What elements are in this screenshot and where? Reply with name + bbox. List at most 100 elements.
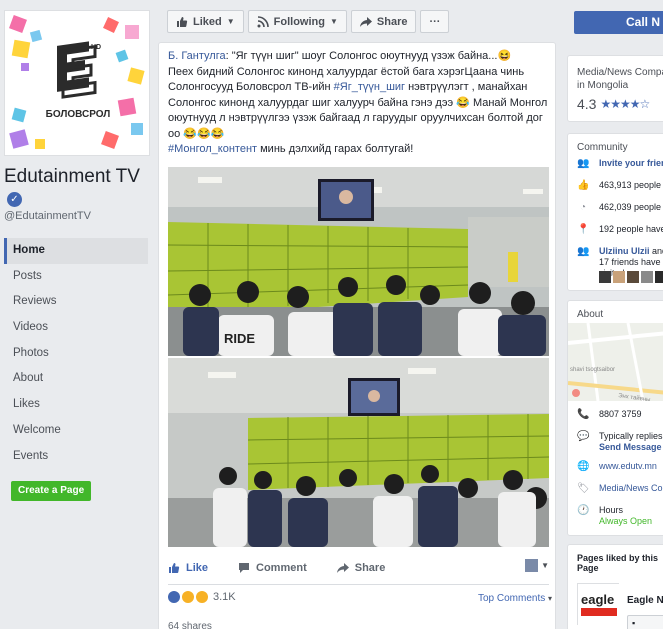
- category-row[interactable]: 🏷 Media/News Company: [577, 483, 663, 495]
- share-label: Share: [354, 562, 386, 574]
- post-photo-1[interactable]: RIDE: [168, 167, 549, 356]
- rating-summary[interactable]: 4.3 ★★★★☆: [577, 96, 650, 112]
- liked-label: Liked: [193, 15, 222, 28]
- divider: [168, 584, 549, 585]
- friend-name-link[interactable]: Ulziinu Ulzii: [599, 246, 650, 256]
- category-link[interactable]: Media/News Company: [599, 483, 663, 494]
- tag-icon: 🏷: [577, 483, 590, 494]
- nav-item-reviews[interactable]: Reviews: [4, 289, 148, 315]
- website-row[interactable]: 🌐 www.edutv.mn: [577, 461, 657, 473]
- classroom-photo: [168, 358, 549, 547]
- phone-number: 8807 3759: [599, 409, 642, 419]
- avatar: [525, 559, 539, 572]
- phone-row[interactable]: 📞 8807 3759: [577, 409, 642, 421]
- classroom-photo: RIDE: [168, 167, 549, 356]
- nav-item-home[interactable]: Home: [4, 238, 148, 264]
- like-label: Like: [186, 562, 209, 574]
- post-photo-2[interactable]: [168, 358, 549, 547]
- about-card: About shavi tsogtsaibor Энх тайвны 📞 8807…: [567, 300, 663, 536]
- eagle-news-logo[interactable]: eagle: [577, 583, 620, 626]
- nav-item-posts[interactable]: Posts: [4, 264, 148, 290]
- nav-item-events[interactable]: Events: [4, 444, 148, 470]
- website-link[interactable]: www.edutv.mn: [599, 461, 657, 472]
- map-image: shavi tsogtsaibor Энх тайвны: [568, 323, 663, 401]
- like-reaction-icon: [168, 591, 180, 603]
- like-page-button[interactable]: ▪: [627, 615, 663, 629]
- likes-count-text: 463,913 people like this: [599, 180, 663, 190]
- avatar[interactable]: [641, 271, 653, 283]
- category-card: Media/News Company in Mongolia 4.3 ★★★★☆: [567, 55, 663, 122]
- top-comments-dropdown[interactable]: Top Comments ▾: [478, 593, 552, 604]
- caret-down-icon: ▼: [226, 17, 235, 26]
- liked-page-name[interactable]: Eagle News: [627, 595, 663, 606]
- avatar[interactable]: [655, 271, 663, 283]
- wow-reaction-icon: [196, 591, 208, 603]
- page-name-text: Edutainment TV: [4, 166, 140, 187]
- post-as-selector[interactable]: ▼: [525, 559, 549, 572]
- thumbs-up-icon: [177, 16, 188, 27]
- community-title: Community: [577, 142, 628, 153]
- invite-friends-row[interactable]: 👥 Invite your friends: [577, 158, 663, 170]
- share-post-button[interactable]: Share: [336, 562, 386, 574]
- checkins-text: 192 people have been here: [599, 224, 663, 234]
- logo-text: БОЛОВСРОЛ: [46, 109, 111, 120]
- people-icon: 👥: [577, 246, 590, 257]
- liked-button[interactable]: Liked ▼: [167, 10, 244, 33]
- profile-logo-image: HD БОЛОВСРОЛ: [5, 11, 149, 155]
- nav-item-likes[interactable]: Likes: [4, 392, 148, 418]
- share-page-button[interactable]: Share: [350, 10, 417, 33]
- thumbs-up-icon: 👍: [577, 180, 590, 191]
- hours-label: Hours: [599, 505, 624, 515]
- clock-icon: 🕐: [577, 505, 590, 516]
- post-body-c: минь дэлхийд гарах болтугай!: [257, 143, 414, 155]
- nav-item-welcome[interactable]: Welcome: [4, 418, 148, 444]
- page-action-bar: Liked ▼ Following ▼ Share ···: [167, 10, 450, 33]
- avatar[interactable]: [599, 271, 611, 283]
- avatar[interactable]: [627, 271, 639, 283]
- nav-item-photos[interactable]: Photos: [4, 341, 148, 367]
- avatar[interactable]: [613, 271, 625, 283]
- more-options-button[interactable]: ···: [420, 10, 450, 33]
- eagle-news-logo-image: eagle: [578, 584, 620, 626]
- verified-badge-icon: ✓: [7, 192, 22, 207]
- call-now-button[interactable]: Call N: [574, 11, 663, 34]
- hashtag-link[interactable]: #Монгол_контент: [168, 143, 257, 155]
- thumbs-up-icon: [169, 563, 180, 573]
- post-author-link[interactable]: Б. Гантулга: [168, 50, 226, 62]
- reaction-summary[interactable]: 3.1K: [168, 591, 236, 603]
- page-handle[interactable]: @EdutainmentTV: [4, 210, 91, 222]
- map-street-label: shavi tsogtsaibor: [570, 367, 615, 373]
- message-row: 💬 Typically replies withinSend Message: [577, 431, 663, 453]
- create-page-button[interactable]: Create a Page: [11, 481, 92, 501]
- comment-label: Comment: [256, 562, 307, 574]
- comment-button[interactable]: Comment: [238, 562, 307, 574]
- rating-value: 4.3: [577, 96, 597, 112]
- open-status: Always Open: [599, 516, 653, 526]
- friend-avatars: [599, 271, 663, 283]
- likes-row: 👍 463,913 people like this: [577, 180, 663, 192]
- post-card: Б. Гантулга: "Яг түүн шиг" шоуг Солонгос…: [158, 42, 556, 629]
- hashtag-link[interactable]: #Яг_түүн_шиг: [334, 81, 405, 93]
- globe-icon: 🌐: [577, 461, 590, 472]
- like-button[interactable]: Like: [168, 562, 208, 574]
- hours-row: 🕐 Hours Always Open: [577, 505, 652, 527]
- logo-hd-badge: HD: [91, 44, 101, 51]
- following-button[interactable]: Following ▼: [247, 10, 347, 33]
- pages-liked-card: Pages liked by this Page eagle Eagle New…: [567, 544, 663, 629]
- facebook-page: HD БОЛОВСРОЛ Edutainment TV ✓ @Edutainmen…: [0, 0, 663, 629]
- nav-item-about[interactable]: About: [4, 366, 148, 392]
- top-comments-label: Top Comments: [478, 593, 546, 604]
- eagle-logo-text: eagle: [581, 592, 614, 607]
- share-arrow-icon: [359, 16, 372, 27]
- location-map[interactable]: shavi tsogtsaibor Энх тайвны: [568, 323, 663, 401]
- page-category[interactable]: Media/News Company in Mongolia: [577, 66, 663, 92]
- left-column: HD БОЛОВСРОЛ Edutainment TV ✓ @Edutainmen…: [0, 0, 157, 629]
- invite-friends-link[interactable]: Invite your friends: [599, 158, 663, 169]
- follows-count-text: 462,039 people follow this: [599, 202, 663, 212]
- nav-item-videos[interactable]: Videos: [4, 315, 148, 341]
- rss-icon: ◔: [579, 202, 587, 213]
- profile-picture[interactable]: HD БОЛОВСРОЛ: [4, 10, 150, 156]
- share-count[interactable]: 64 shares: [168, 621, 212, 629]
- send-message-link[interactable]: Send Message: [599, 442, 662, 452]
- post-text: Б. Гантулга: "Яг түүн шиг" шоуг Солонгос…: [168, 49, 550, 158]
